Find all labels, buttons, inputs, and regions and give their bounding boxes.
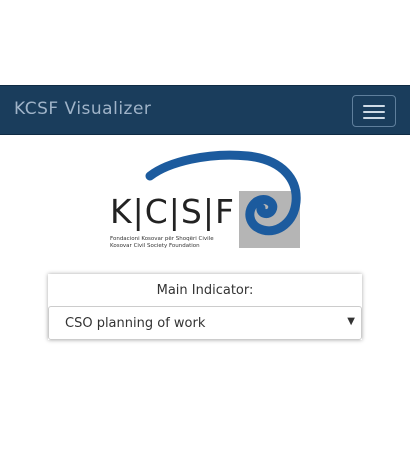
- logo-subtitle-1: Fondacioni Kosovar për Shoqëri Civile: [110, 236, 214, 242]
- logo-letters: K|C|S|F: [110, 192, 235, 231]
- select-value: CSO planning of work: [65, 316, 206, 331]
- navbar: KCSF Visualizer: [0, 85, 410, 135]
- main-indicator-select[interactable]: CSO planning of work ▼: [48, 306, 362, 340]
- page: KCSF Visualizer K|C|S|F Fondacioni Kosov…: [0, 0, 410, 450]
- kcsf-logo: K|C|S|F Fondacioni Kosovar për Shoqëri C…: [108, 150, 303, 252]
- logo-subtitle-2: Kosovar Civil Society Foundation: [110, 243, 200, 249]
- navbar-toggle-button[interactable]: [352, 95, 396, 127]
- brand-link[interactable]: KCSF Visualizer: [14, 99, 151, 119]
- main-indicator-label: Main Indicator:: [156, 283, 254, 298]
- chevron-down-icon: ▼: [347, 316, 355, 327]
- indicator-panel: Main Indicator: CSO planning of work ▼: [48, 274, 362, 340]
